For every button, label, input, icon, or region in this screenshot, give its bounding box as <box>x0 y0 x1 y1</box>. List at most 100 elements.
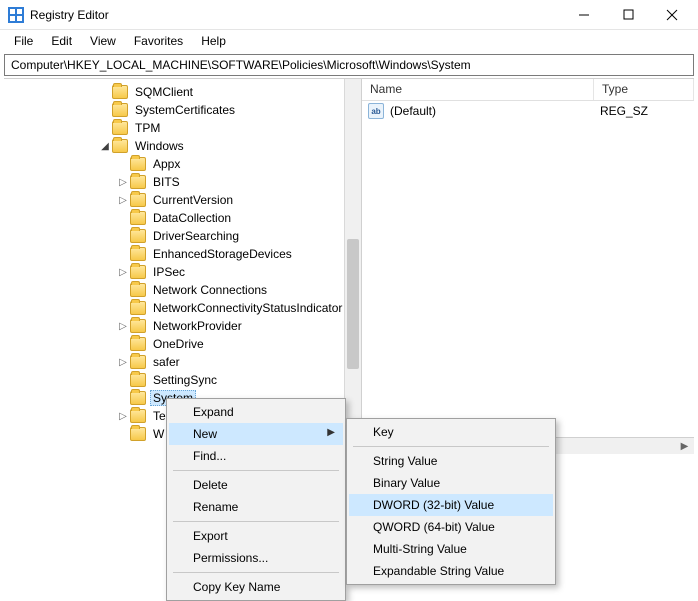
folder-icon <box>112 103 128 117</box>
folder-icon <box>130 283 146 297</box>
list-pane[interactable]: Name Type ab (Default) REG_SZ ◀ ▶ <box>362 79 694 454</box>
expand-icon[interactable]: ▷ <box>116 321 130 332</box>
ctx-new-binary-value[interactable]: Binary Value <box>349 472 553 494</box>
value-type: REG_SZ <box>600 104 648 118</box>
maximize-button[interactable] <box>606 1 650 29</box>
ctx-new-expandable-string-value[interactable]: Expandable String Value <box>349 560 553 582</box>
tree-label: W <box>150 426 167 442</box>
menu-separator <box>173 521 339 522</box>
expand-icon[interactable]: ▷ <box>116 177 130 188</box>
tree-label: OneDrive <box>150 336 207 352</box>
tree-node[interactable]: ▷ CurrentVersion <box>4 191 361 209</box>
ctx-new-string-value[interactable]: String Value <box>349 450 553 472</box>
string-value-icon: ab <box>368 103 384 119</box>
tree-node[interactable]: ◢Windows <box>4 137 361 155</box>
folder-icon <box>130 391 146 405</box>
ctx-item-delete[interactable]: Delete <box>169 474 343 496</box>
folder-icon <box>130 409 146 423</box>
close-button[interactable] <box>650 1 694 29</box>
folder-icon <box>130 373 146 387</box>
context-submenu-new: Key String ValueBinary ValueDWORD (32-bit… <box>346 418 556 585</box>
folder-icon <box>130 265 146 279</box>
submenu-arrow-icon: ▶ <box>327 427 335 438</box>
menu-view[interactable]: View <box>82 32 124 50</box>
menu-favorites[interactable]: Favorites <box>126 32 191 50</box>
column-header-type[interactable]: Type <box>594 79 694 100</box>
ctx-new-dword-32-bit-value[interactable]: DWORD (32-bit) Value <box>349 494 553 516</box>
tree-node[interactable]: ▷ IPSec <box>4 263 361 281</box>
value-name: (Default) <box>390 104 600 118</box>
ctx-item-new[interactable]: New▶ <box>169 423 343 445</box>
ctx-item-copy-key-name[interactable]: Copy Key Name <box>169 576 343 598</box>
tree-label: Network Connections <box>150 282 270 298</box>
menu-edit[interactable]: Edit <box>43 32 80 50</box>
tree-node[interactable]: DriverSearching <box>4 227 361 245</box>
list-row[interactable]: ab (Default) REG_SZ <box>362 101 694 121</box>
expand-icon[interactable]: ▷ <box>116 411 130 422</box>
app-icon <box>8 7 24 23</box>
menu-separator <box>173 470 339 471</box>
ctx-item-export[interactable]: Export <box>169 525 343 547</box>
ctx-item-rename[interactable]: Rename <box>169 496 343 518</box>
tree-label: Appx <box>150 156 183 172</box>
folder-icon <box>130 355 146 369</box>
ctx-item-find[interactable]: Find... <box>169 445 343 467</box>
address-bar[interactable]: Computer\HKEY_LOCAL_MACHINE\SOFTWARE\Pol… <box>4 54 694 76</box>
tree-node[interactable]: Network Connections <box>4 281 361 299</box>
column-header-name[interactable]: Name <box>362 79 594 100</box>
ctx-new-qword-64-bit-value[interactable]: QWORD (64-bit) Value <box>349 516 553 538</box>
tree-label: CurrentVersion <box>150 192 236 208</box>
tree-node[interactable]: SettingSync <box>4 371 361 389</box>
tree-label: SettingSync <box>150 372 220 388</box>
scroll-right-icon[interactable]: ▶ <box>677 441 692 452</box>
ctx-item-permissions[interactable]: Permissions... <box>169 547 343 569</box>
folder-icon <box>130 427 146 441</box>
folder-icon <box>130 157 146 171</box>
tree-label: NetworkProvider <box>150 318 245 334</box>
ctx-item-expand[interactable]: Expand <box>169 401 343 423</box>
tree-scrollbar[interactable] <box>344 79 361 437</box>
folder-icon <box>130 175 146 189</box>
tree-label: DriverSearching <box>150 228 242 244</box>
folder-icon <box>130 229 146 243</box>
tree-node[interactable]: SQMClient <box>4 83 361 101</box>
folder-icon <box>112 85 128 99</box>
ctx-new-multi-string-value[interactable]: Multi-String Value <box>349 538 553 560</box>
expand-icon[interactable]: ▷ <box>116 195 130 206</box>
folder-icon <box>130 193 146 207</box>
window-title: Registry Editor <box>30 8 109 22</box>
tree-node[interactable]: OneDrive <box>4 335 361 353</box>
tree-label: DataCollection <box>150 210 234 226</box>
minimize-button[interactable] <box>562 1 606 29</box>
tree-node[interactable]: TPM <box>4 119 361 137</box>
tree-label: TPM <box>132 120 163 136</box>
ctx-new-key[interactable]: Key <box>349 421 553 443</box>
tree-node[interactable]: EnhancedStorageDevices <box>4 245 361 263</box>
menu-help[interactable]: Help <box>193 32 234 50</box>
tree-node[interactable]: ▷ BITS <box>4 173 361 191</box>
context-menu: ExpandNew▶Find... DeleteRename ExportPermi… <box>166 398 346 601</box>
content-area: SQMClient SystemCertificates TPM◢WindowsAp… <box>4 78 694 454</box>
tree-node[interactable]: DataCollection <box>4 209 361 227</box>
tree-label: SystemCertificates <box>132 102 238 118</box>
tree-node[interactable]: ▷safer <box>4 353 361 371</box>
collapse-icon[interactable]: ◢ <box>98 141 112 152</box>
title-bar: Registry Editor <box>0 0 698 30</box>
expand-icon[interactable]: ▷ <box>116 267 130 278</box>
folder-icon <box>130 247 146 261</box>
tree-label: BITS <box>150 174 183 190</box>
tree-label: IPSec <box>150 264 188 280</box>
expand-icon[interactable]: ▷ <box>116 357 130 368</box>
tree-label: EnhancedStorageDevices <box>150 246 295 262</box>
scrollbar-thumb[interactable] <box>347 239 359 369</box>
tree-node[interactable]: SystemCertificates <box>4 101 361 119</box>
tree-node[interactable]: Appx <box>4 155 361 173</box>
folder-icon <box>112 121 128 135</box>
folder-icon <box>130 319 146 333</box>
menu-separator <box>353 446 549 447</box>
tree-node[interactable]: NetworkConnectivityStatusIndicator <box>4 299 361 317</box>
folder-icon <box>130 211 146 225</box>
menu-file[interactable]: File <box>6 32 41 50</box>
tree-label: SQMClient <box>132 84 196 100</box>
tree-node[interactable]: ▷ NetworkProvider <box>4 317 361 335</box>
